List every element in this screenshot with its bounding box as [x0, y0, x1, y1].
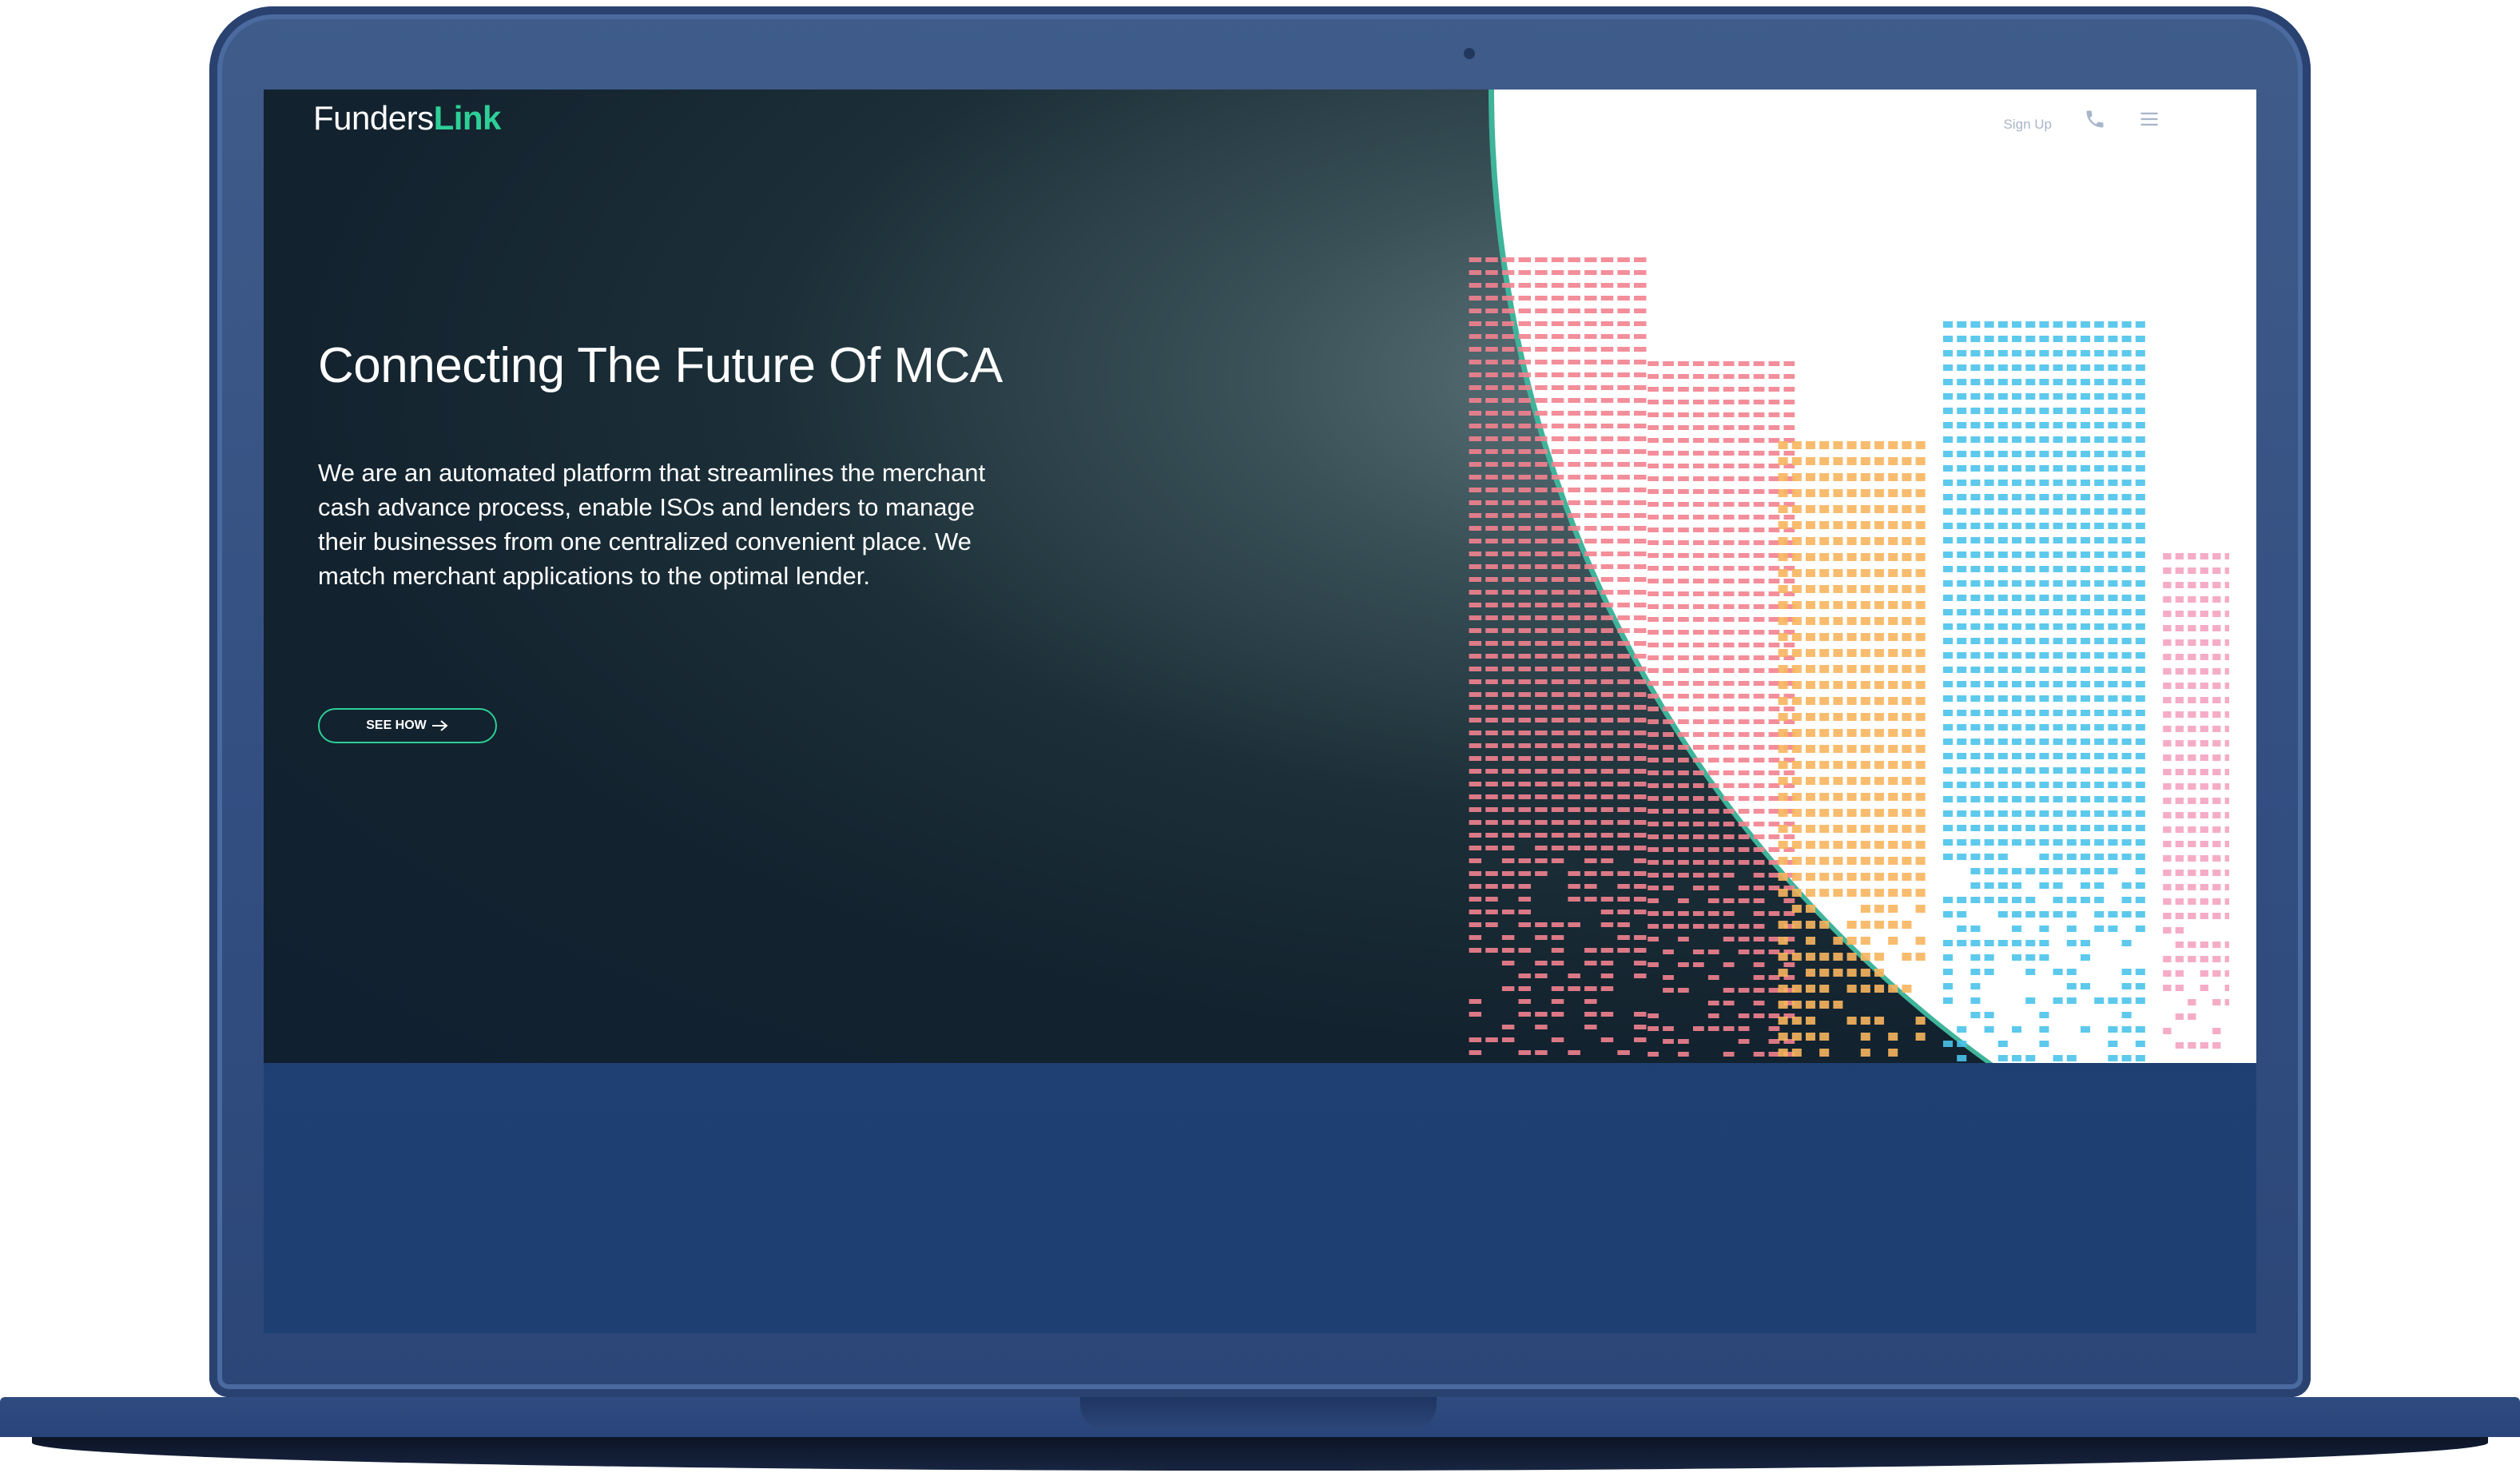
- see-how-button[interactable]: SEE HOW: [318, 708, 497, 743]
- hamburger-menu-icon[interactable]: [2138, 108, 2160, 130]
- building-rose: [2163, 553, 2229, 1063]
- hero-intro-text: We are an automated platform that stream…: [318, 456, 1005, 593]
- funderslink-logo[interactable]: FundersLink: [313, 99, 501, 137]
- building-pink: [1469, 257, 1647, 1055]
- hero-headline: Connecting The Future Of MCA: [318, 337, 1003, 394]
- city-skyline-illustration: [1462, 153, 2229, 1063]
- top-nav: Sign Up: [2004, 106, 2160, 133]
- laptop-base-shadow: [32, 1437, 2488, 1471]
- laptop-screen: FundersLink Sign Up Connecting The Futur…: [264, 90, 2256, 1333]
- phone-icon[interactable]: [2084, 108, 2106, 130]
- logo-text-link: Link: [434, 99, 501, 137]
- laptop-notch: [1080, 1397, 1437, 1429]
- arrow-right-icon: [431, 719, 449, 732]
- camera-dot: [1464, 48, 1475, 59]
- building-blue: [1943, 321, 2145, 1061]
- building-orange: [1779, 441, 1926, 1057]
- hero-section: FundersLink Sign Up Connecting The Futur…: [264, 90, 2256, 1063]
- logo-text-funders: Funders: [313, 99, 434, 137]
- see-how-label: SEE HOW: [366, 719, 427, 733]
- sign-up-link[interactable]: Sign Up: [2004, 117, 2052, 133]
- building-pink-side: [1648, 361, 1795, 1057]
- laptop-base: [0, 1397, 2520, 1477]
